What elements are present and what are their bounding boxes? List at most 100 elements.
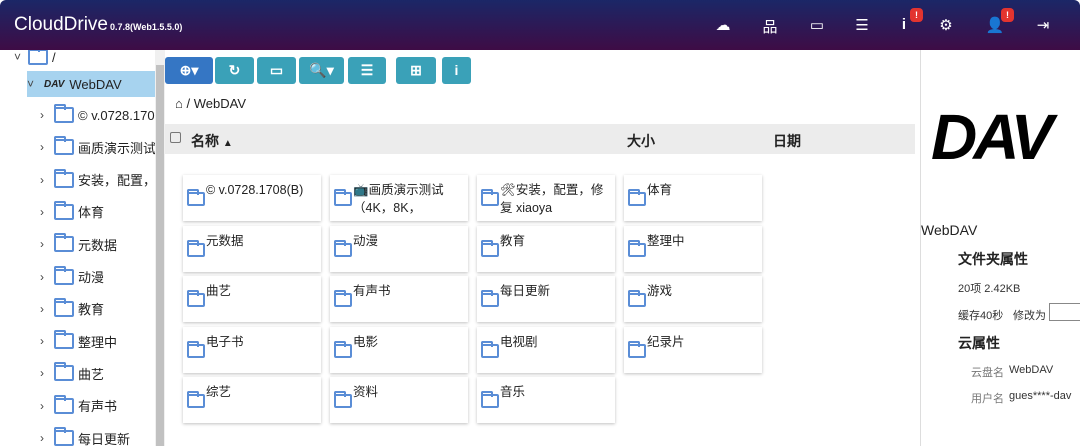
cloud-upload-icon[interactable]: ☁	[713, 16, 733, 34]
folder-icon	[628, 290, 646, 307]
refresh-button[interactable]: ↻	[215, 57, 254, 84]
tree-label: 整理中	[78, 334, 118, 350]
tree-label: 每日更新	[78, 431, 131, 446]
tree-label: © v.0728.1708(B)	[78, 107, 155, 123]
tree-view-button[interactable]: ⊞	[396, 57, 436, 84]
tree-item[interactable]: › 整理中	[40, 328, 117, 354]
settings-icon[interactable]: ⚙	[936, 16, 956, 34]
file-card[interactable]: 纪录片	[624, 326, 762, 373]
chevron-right-icon[interactable]: ›	[40, 205, 52, 219]
folder-icon	[54, 427, 74, 446]
folder-icon	[481, 340, 499, 358]
folder-props-heading: 文件夹属性	[958, 251, 1028, 267]
file-card[interactable]: 电子书	[183, 326, 321, 373]
tree-label: 动漫	[78, 270, 105, 285]
user-label: 用户名	[971, 393, 1004, 405]
tree-item[interactable]: › © v.0728.1708(B)	[40, 102, 155, 128]
file-card[interactable]: 游戏	[624, 276, 762, 322]
sidebar-scrollbar[interactable]	[155, 50, 165, 446]
folder-icon	[628, 340, 646, 358]
app-name: CloudDrive	[14, 14, 108, 35]
folder-icon	[54, 362, 74, 382]
add-user-icon[interactable]: 👤!	[985, 8, 1014, 34]
file-card[interactable]: 元数据	[183, 225, 321, 272]
chevron-right-icon[interactable]: ›	[40, 270, 52, 284]
chevron-right-icon[interactable]: ›	[40, 302, 52, 316]
col-date[interactable]: 日期	[773, 131, 801, 151]
chevron-right-icon[interactable]: ›	[40, 334, 52, 348]
select-all-checkbox[interactable]	[170, 132, 181, 143]
chevron-down-icon[interactable]: ˅	[14, 50, 26, 64]
folder-icon	[481, 239, 499, 257]
folder-icon	[334, 340, 352, 358]
tree-item[interactable]: › 每日更新	[40, 425, 130, 446]
chevron-right-icon[interactable]: ›	[40, 431, 52, 445]
file-card[interactable]: 整理中	[624, 225, 762, 272]
top-bar: CloudDrive 0.7.8(Web1.5.5.0) ☁ 品 ▭ ☰ i! ⚙…	[0, 0, 1080, 50]
tree-root[interactable]: ˅ /	[14, 50, 56, 70]
tree-item[interactable]: › 教育	[40, 296, 104, 322]
tree-item[interactable]: › 体育	[40, 199, 104, 225]
info-icon[interactable]: i!	[894, 8, 923, 33]
file-name: 教育	[500, 233, 526, 248]
tree-item[interactable]: › 安装，配置，修复 xiaoya	[40, 167, 155, 193]
file-card[interactable]: 综艺	[183, 377, 321, 423]
file-name: 曲艺	[206, 284, 232, 298]
add-button[interactable]: ⊕▾	[165, 57, 213, 84]
file-card[interactable]: 电视剧	[477, 326, 615, 373]
col-size[interactable]: 大小	[627, 131, 655, 151]
folder-icon	[54, 233, 74, 253]
tree-item[interactable]: › 画质演示测试（4K，8K，	[40, 134, 155, 160]
logout-icon[interactable]: ⇥	[1033, 16, 1053, 34]
task-list-icon[interactable]: ☰	[852, 16, 872, 34]
tree-item[interactable]: › 曲艺	[40, 360, 104, 386]
breadcrumb-current[interactable]: WebDAV	[194, 96, 246, 111]
cache-label: 缓存40秒	[958, 310, 1004, 322]
file-name: 动漫	[353, 233, 379, 248]
folder-icon	[334, 239, 352, 257]
file-card[interactable]: 📺画质演示测试（4K，8K，	[330, 175, 468, 221]
tree-item-webdav[interactable]: ˅ DAV WebDAV	[27, 71, 155, 97]
folder-icon	[54, 200, 74, 220]
tree-item[interactable]: › 动漫	[40, 264, 104, 290]
tree-item[interactable]: › 元数据	[40, 231, 117, 257]
folder-icon	[54, 265, 74, 285]
file-card[interactable]: 音乐	[477, 377, 615, 423]
change-to-label: 修改为	[1013, 310, 1046, 322]
folder-icon	[54, 104, 74, 123]
file-card[interactable]: 曲艺	[183, 276, 321, 322]
chevron-right-icon[interactable]: ›	[40, 237, 52, 251]
app-title: CloudDrive 0.7.8(Web1.5.5.0)	[14, 14, 182, 36]
chevron-right-icon[interactable]: ›	[40, 399, 52, 413]
file-card[interactable]: 每日更新	[477, 276, 615, 322]
file-card[interactable]: 体育	[624, 175, 762, 221]
chevron-right-icon[interactable]: ›	[40, 108, 52, 122]
chevron-right-icon[interactable]: ›	[40, 140, 52, 154]
search-button[interactable]: 🔍▾	[299, 57, 344, 84]
chevron-right-icon[interactable]: ›	[40, 366, 52, 380]
file-card[interactable]: 动漫	[330, 225, 468, 272]
breadcrumb-sep: /	[186, 96, 191, 111]
folder-icon	[187, 189, 205, 206]
tree-label: 元数据	[78, 237, 118, 253]
list-view-button[interactable]: ☰	[348, 57, 386, 84]
monitor-button[interactable]: ▭	[257, 57, 296, 84]
home-icon[interactable]: ⌂	[175, 96, 183, 111]
file-card[interactable]: 🛠安装，配置，修复 xiaoya	[477, 175, 615, 221]
network-icon[interactable]: 品	[760, 16, 780, 37]
file-card[interactable]: 有声书	[330, 276, 468, 322]
file-card[interactable]: 电影	[330, 326, 468, 373]
file-card[interactable]: 教育	[477, 225, 615, 272]
folder-icon	[28, 50, 48, 65]
tree-item[interactable]: › 有声书	[40, 393, 117, 419]
monitor-icon[interactable]: ▭	[807, 16, 827, 34]
chevron-right-icon[interactable]: ›	[40, 173, 52, 187]
file-name: 📺画质演示测试（4K，8K，	[353, 183, 444, 215]
cache-input[interactable]	[1049, 303, 1080, 321]
info-button[interactable]: i	[442, 57, 471, 84]
chevron-down-icon[interactable]: ˅	[27, 77, 39, 91]
file-card[interactable]: © v.0728.1708(B)	[183, 175, 321, 221]
col-name[interactable]: 名称 ▲	[191, 131, 233, 151]
file-card[interactable]: 资料	[330, 377, 468, 423]
info-badge: !	[910, 8, 923, 22]
